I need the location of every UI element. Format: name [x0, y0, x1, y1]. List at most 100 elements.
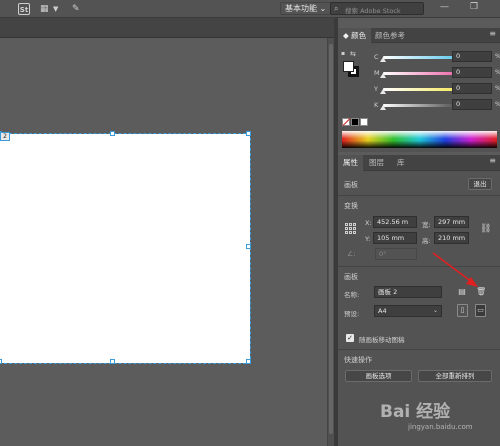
- panel-menu-icon[interactable]: ≡: [489, 29, 496, 38]
- slider-thumb[interactable]: [380, 73, 386, 78]
- artboard-section-title: 画板: [344, 181, 358, 189]
- unit-label: %: [495, 101, 500, 108]
- transform-section-title: 变换: [344, 202, 358, 210]
- watermark-logo: Bai 经验: [380, 402, 451, 422]
- slider-thumb[interactable]: [380, 89, 386, 94]
- rearrange-all-button[interactable]: 全部重新排列: [418, 370, 492, 382]
- slider-thumb[interactable]: [380, 105, 386, 110]
- document-tab-bar: [0, 18, 334, 38]
- canvas-area[interactable]: 2: [0, 38, 327, 446]
- search-icon: ⌕: [334, 4, 339, 13]
- watermark-url: jingyan.baidu.com: [408, 423, 473, 431]
- selection-handle[interactable]: [110, 131, 115, 136]
- preset-label: 预设:: [344, 310, 360, 318]
- artboard-number-tag[interactable]: 2: [0, 132, 10, 141]
- none-swatch[interactable]: [342, 118, 350, 126]
- magenta-value-field[interactable]: 0: [452, 67, 492, 78]
- fill-swatch[interactable]: [343, 61, 354, 72]
- swap-colors-icon[interactable]: ⇆: [350, 50, 356, 58]
- portrait-orientation-button[interactable]: ▯: [457, 304, 468, 317]
- preset-select[interactable]: A4 ⌄: [374, 305, 442, 317]
- channel-label: Y: [374, 85, 378, 93]
- tab-properties[interactable]: 属性: [338, 155, 363, 171]
- color-panel-tabs: ◆ 颜色 颜色参考 ≡: [338, 28, 500, 43]
- channel-label: K: [374, 101, 379, 109]
- unit-label: %: [495, 53, 500, 60]
- tab-layers[interactable]: 图层: [364, 155, 389, 171]
- cyan-slider-row: C 0 %: [374, 51, 500, 64]
- quick-actions-title: 快速操作: [344, 356, 372, 364]
- divider: [338, 266, 500, 267]
- search-placeholder: 搜索 Adobe Stock: [345, 7, 401, 15]
- chevron-down-icon: ⌄: [432, 307, 438, 314]
- rotation-field[interactable]: 0°: [375, 248, 417, 260]
- channel-label: M: [374, 69, 380, 77]
- vertical-scrollbar[interactable]: [327, 38, 334, 446]
- workspace-switcher[interactable]: 基本功能 ⌄: [280, 2, 332, 15]
- artboard-name-field[interactable]: 画板 2: [374, 286, 442, 298]
- chevron-down-icon[interactable]: ▼: [53, 3, 58, 15]
- x-field[interactable]: 452.56 m: [373, 216, 417, 228]
- magenta-slider-row: M 0 %: [374, 67, 500, 80]
- black-swatch[interactable]: [351, 118, 359, 126]
- default-colors-icon[interactable]: ▪: [341, 50, 345, 57]
- stock-search-input[interactable]: ⌕ 搜索 Adobe Stock: [330, 2, 424, 15]
- application-bar: St ▦ ▼ ✎ 基本功能 ⌄ ⌕ 搜索 Adobe Stock — ❐: [0, 0, 500, 18]
- move-with-artboard-checkbox[interactable]: ✓: [346, 334, 354, 342]
- black-value-field[interactable]: 0: [452, 99, 492, 110]
- selection-handle[interactable]: [110, 359, 115, 364]
- rotate-icon: ∠:: [347, 250, 356, 258]
- selection-handle[interactable]: [0, 359, 2, 364]
- x-label: X:: [365, 219, 372, 227]
- selection-handle[interactable]: [246, 359, 251, 364]
- tab-color-guide[interactable]: 颜色参考: [370, 28, 410, 43]
- restore-button[interactable]: ❐: [470, 2, 478, 12]
- divider: [338, 349, 500, 350]
- workspace-label: 基本功能: [285, 4, 317, 13]
- artboard-options-button[interactable]: 画板选项: [345, 370, 412, 382]
- scrollbar-thumb[interactable]: [329, 44, 333, 434]
- y-field[interactable]: 105 mm: [373, 232, 417, 244]
- stock-icon[interactable]: St: [18, 3, 30, 15]
- unit-label: %: [495, 69, 500, 76]
- height-label: 高:: [422, 237, 431, 245]
- artboard-section-title: 画板: [344, 273, 358, 281]
- selection-handle[interactable]: [246, 244, 251, 249]
- preset-value: A4: [378, 307, 387, 315]
- unit-label: %: [495, 85, 500, 92]
- arrange-documents-icon[interactable]: ▦: [40, 3, 49, 15]
- artboard[interactable]: [0, 131, 251, 364]
- divider: [338, 195, 500, 196]
- exit-button[interactable]: 退出: [468, 178, 492, 190]
- constrain-proportions-icon[interactable]: ⛓: [480, 224, 491, 234]
- slider-thumb[interactable]: [380, 57, 386, 62]
- width-field[interactable]: 297 mm: [434, 216, 469, 228]
- chevron-down-icon: ⌄: [319, 4, 327, 13]
- y-label: Y:: [365, 235, 371, 243]
- color-panel: ◆ 颜色 颜色参考 ≡ ▪ ⇆ C 0 % M 0 % Y 0 % K 0 %: [338, 28, 500, 152]
- properties-panel-tabs: 属性 图层 库 ≡: [338, 155, 500, 171]
- tab-libraries[interactable]: 库: [392, 155, 410, 171]
- reference-point-icon[interactable]: [345, 223, 356, 234]
- name-label: 名称:: [344, 291, 360, 299]
- height-field[interactable]: 210 mm: [434, 232, 469, 244]
- delete-artboard-icon[interactable]: 🗑: [476, 286, 486, 298]
- tab-color[interactable]: ◆ 颜色: [338, 28, 372, 43]
- color-spectrum[interactable]: [342, 131, 497, 148]
- gpu-performance-icon[interactable]: ✎: [72, 3, 80, 15]
- selection-handle[interactable]: [246, 131, 251, 136]
- tab-color-label: 颜色: [351, 31, 367, 40]
- minimize-button[interactable]: —: [440, 2, 449, 12]
- width-label: 宽:: [422, 221, 431, 229]
- watermark: Bai 经验 jingyan.baidu.com: [380, 395, 500, 445]
- collapse-icon: ◆: [343, 31, 352, 40]
- landscape-orientation-button[interactable]: ▭: [475, 304, 486, 317]
- yellow-value-field[interactable]: 0: [452, 83, 492, 94]
- white-swatch[interactable]: [360, 118, 368, 126]
- cyan-value-field[interactable]: 0: [452, 51, 492, 62]
- move-with-artboard-label: 随画板移动图稿: [359, 336, 405, 344]
- panel-menu-icon[interactable]: ≡: [489, 156, 496, 165]
- black-slider-row: K 0 %: [374, 99, 500, 112]
- yellow-slider-row: Y 0 %: [374, 83, 500, 96]
- artboard-options-icon[interactable]: ▤: [457, 286, 467, 298]
